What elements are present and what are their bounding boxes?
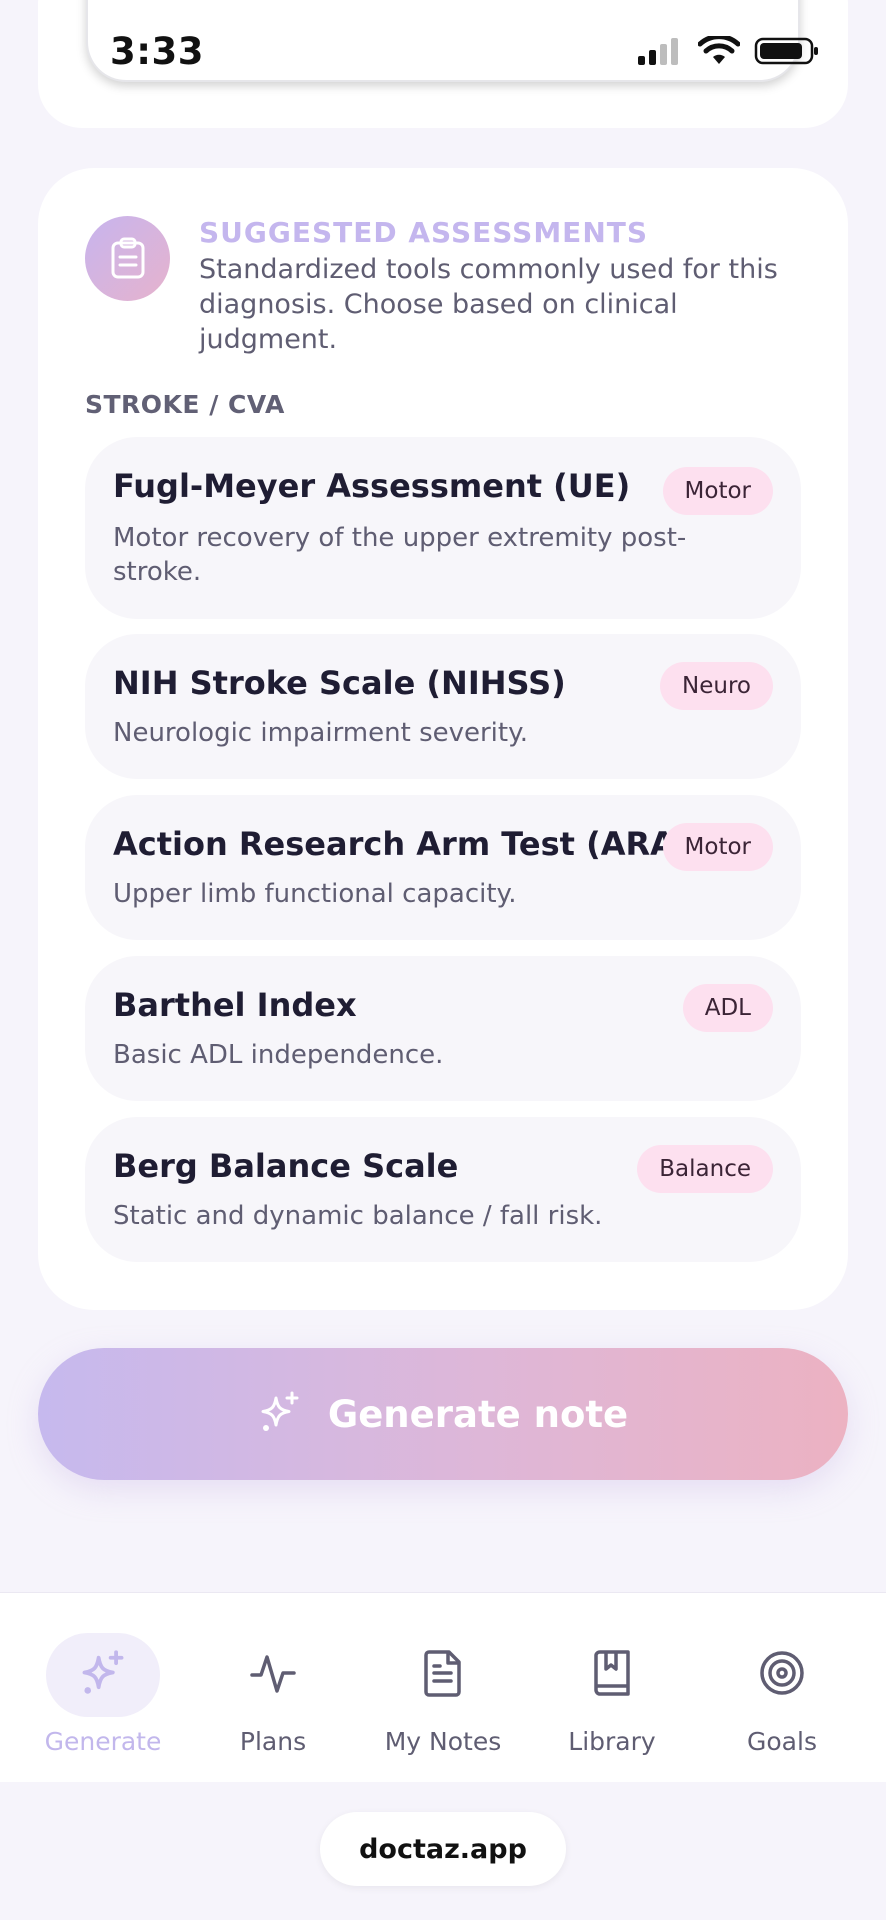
generate-note-label: Generate note [327, 1392, 629, 1436]
nav-item-plans[interactable]: Plans [188, 1593, 358, 1756]
status-icons [636, 34, 820, 70]
category-badge: ADL [682, 984, 773, 1032]
category-badge: Motor [662, 823, 773, 871]
book-icon [590, 1649, 634, 1701]
assessment-item-nihss[interactable]: NIH Stroke Scale (NIHSS) Neuro Neurologi… [85, 634, 801, 779]
document-icon [421, 1649, 465, 1701]
nav-item-my-notes[interactable]: My Notes [358, 1593, 528, 1756]
nav-icon-container [216, 1633, 330, 1717]
nav-label: My Notes [384, 1727, 502, 1756]
assessment-description: Basic ADL independence. [113, 1040, 444, 1070]
clipboard-icon [85, 216, 170, 301]
assessment-title: NIH Stroke Scale (NIHSS) [113, 664, 566, 702]
nav-icon-container [725, 1633, 839, 1717]
assessment-item-arat[interactable]: Action Research Arm Test (ARAT) Motor Up… [85, 795, 801, 940]
generate-note-button[interactable]: Generate note [38, 1348, 848, 1480]
assessment-item-barthel[interactable]: Barthel Index ADL Basic ADL independence… [85, 956, 801, 1101]
nav-icon-container [555, 1633, 669, 1717]
assessment-description: Upper limb functional capacity. [113, 879, 517, 909]
bottom-navigation: Generate Plans My Notes Library Goals [0, 1592, 886, 1782]
nav-item-library[interactable]: Library [527, 1593, 697, 1756]
nav-item-generate[interactable]: Generate [18, 1593, 188, 1756]
assessment-title: Berg Balance Scale [113, 1147, 459, 1185]
assessment-description: Neurologic impairment severity. [113, 718, 529, 748]
assessment-description: Motor recovery of the upper extremity po… [113, 523, 687, 587]
assessment-title: Action Research Arm Test (ARAT) [113, 825, 709, 863]
pulse-icon [249, 1649, 297, 1701]
category-badge: Balance [637, 1145, 773, 1193]
suggestions-description: Standardized tools commonly used for thi… [199, 254, 778, 355]
assessment-title: Barthel Index [113, 986, 357, 1024]
nav-icon-container [46, 1633, 160, 1717]
category-badge: Neuro [660, 662, 773, 710]
target-icon [758, 1649, 806, 1701]
battery-icon [754, 36, 820, 70]
nav-item-goals[interactable]: Goals [697, 1593, 867, 1756]
sparkle-icon [79, 1649, 127, 1701]
nav-label: Goals [747, 1727, 817, 1756]
assessment-item-berg[interactable]: Berg Balance Scale Balance Static and dy… [85, 1117, 801, 1262]
assessment-title: Fugl-Meyer Assessment (UE) [113, 467, 631, 505]
signal-icon [636, 36, 684, 70]
assessment-description: Static and dynamic balance / fall risk. [113, 1201, 603, 1231]
suggestions-title: SUGGESTED ASSESSMENTS [199, 216, 649, 249]
nav-label: Library [568, 1727, 656, 1756]
wifi-icon [697, 34, 741, 70]
url-bar[interactable]: doctaz.app [320, 1812, 566, 1886]
sparkle-icon [258, 1390, 302, 1438]
nav-label: Generate [44, 1727, 162, 1756]
nav-label: Plans [239, 1727, 307, 1756]
category-badge: Motor [662, 467, 773, 515]
nav-icon-container [386, 1633, 500, 1717]
assessment-item-fugl-meyer[interactable]: Fugl-Meyer Assessment (UE) Motor Motor r… [85, 437, 801, 619]
diagnosis-section-label: STROKE / CVA [85, 390, 285, 419]
status-time: 3:33 [110, 30, 205, 73]
